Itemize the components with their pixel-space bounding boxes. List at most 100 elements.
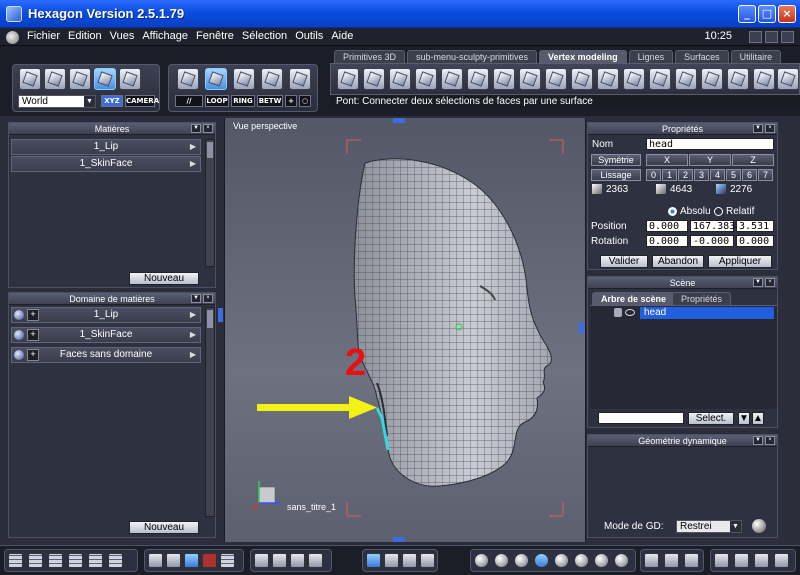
gd-mode-select[interactable]: Restrei ▼	[676, 520, 742, 533]
pan-icon[interactable]	[272, 553, 287, 568]
chevron-down-icon[interactable]: ▼	[753, 124, 763, 133]
tab-surfaces[interactable]: Surfaces	[675, 50, 729, 63]
layout-grid-icon-2[interactable]	[28, 553, 43, 568]
domain-new-button[interactable]: Nouveau	[129, 521, 199, 534]
domain-item-skinface[interactable]: + 1_SkinFace ▶	[11, 327, 201, 343]
menu-affichage[interactable]: Affichage	[141, 30, 189, 42]
right-panel-toggle[interactable]	[579, 322, 584, 334]
betw-button[interactable]: BETW	[257, 95, 283, 107]
brush-select-icon[interactable]: ∕∕	[175, 95, 203, 107]
settings-icon[interactable]	[774, 553, 789, 568]
tool-icon-3[interactable]	[389, 68, 411, 90]
red-grid-icon[interactable]	[202, 553, 217, 568]
tool-icon-2[interactable]	[363, 68, 385, 90]
apply-button[interactable]: Appliquer	[708, 255, 772, 268]
symmetry-icon[interactable]	[754, 553, 769, 568]
auto-mode-icon[interactable]	[289, 68, 311, 90]
zoom-icon[interactable]	[290, 553, 305, 568]
plus-icon[interactable]: +	[27, 329, 39, 341]
box-icon[interactable]	[734, 553, 749, 568]
smooth-level-3[interactable]: 3	[694, 169, 709, 181]
position-x-field[interactable]: 0.000	[646, 220, 688, 232]
gd-sphere-icon[interactable]	[752, 519, 766, 533]
material-item-skinface[interactable]: 1_SkinFace ▶	[11, 156, 201, 172]
tool-icon-6[interactable]	[467, 68, 489, 90]
space-select[interactable]: World ▼	[18, 95, 96, 108]
smooth-level-4[interactable]: 4	[710, 169, 725, 181]
scene-tree[interactable]: head	[590, 305, 777, 409]
light-mode-icon-2[interactable]	[664, 553, 679, 568]
top-panel-toggle[interactable]	[393, 118, 405, 123]
ghost-select-icon[interactable]	[119, 68, 141, 90]
tool-icon-9[interactable]	[545, 68, 567, 90]
grid-display-icon[interactable]	[184, 553, 199, 568]
tool-icon-4[interactable]	[415, 68, 437, 90]
lock-icon[interactable]	[614, 308, 622, 317]
edge-mode-icon[interactable]	[233, 68, 255, 90]
domain-item-lip[interactable]: + 1_Lip ▶	[11, 307, 201, 323]
domain-item-no-domain[interactable]: + Faces sans domaine ▶	[11, 347, 201, 363]
scene-search-input[interactable]	[598, 412, 684, 424]
tool-icon-18[interactable]	[777, 68, 799, 90]
scale-manipulator-icon[interactable]	[402, 553, 417, 568]
rotation-x-field[interactable]: 0.000	[646, 235, 688, 247]
smooth-sphere-icon[interactable]	[554, 553, 569, 568]
smoothing-button[interactable]: Lissage	[591, 169, 641, 181]
tab-lignes[interactable]: Lignes	[628, 50, 674, 63]
symmetry-button[interactable]: Symétrie	[591, 154, 641, 166]
tool-icon-7[interactable]	[493, 68, 515, 90]
name-field[interactable]: head	[646, 138, 774, 150]
head-mesh-view[interactable]	[225, 118, 587, 542]
zoom-fit-icon[interactable]	[254, 553, 269, 568]
smooth-level-6[interactable]: 6	[742, 169, 757, 181]
chevron-down-icon[interactable]: ▼	[191, 124, 201, 133]
material-item-lip[interactable]: 1_Lip ▶	[11, 139, 201, 155]
abandon-button[interactable]: Abandon	[652, 255, 704, 268]
tool-icon-11[interactable]	[597, 68, 619, 90]
ring-button[interactable]: RING	[231, 95, 255, 107]
axis-y-button[interactable]: Y	[689, 154, 731, 166]
smooth-level-5[interactable]: 5	[726, 169, 741, 181]
lasso-select-icon[interactable]	[44, 68, 66, 90]
face-mode-icon[interactable]	[205, 68, 227, 90]
layout-grid-icon-6[interactable]	[108, 553, 123, 568]
vertex-mode-icon[interactable]	[261, 68, 283, 90]
smooth-wire-sphere-icon[interactable]	[534, 553, 549, 568]
layout-icon-3[interactable]	[781, 31, 794, 43]
menu-fichier[interactable]: Fichier	[26, 30, 61, 42]
axis-x-button[interactable]: X	[646, 154, 688, 166]
hidden-line-sphere-icon[interactable]	[494, 553, 509, 568]
rotation-z-field[interactable]: 0.000	[736, 235, 774, 247]
shaded-sphere-icon[interactable]	[594, 553, 609, 568]
layout-icon-2[interactable]	[765, 31, 778, 43]
smooth-level-1[interactable]: 1	[662, 169, 677, 181]
tool-icon-14[interactable]	[675, 68, 697, 90]
close-icon[interactable]: ×	[203, 294, 213, 303]
left-panel-toggle[interactable]	[218, 308, 223, 322]
absolute-radio[interactable]	[668, 207, 677, 216]
materials-scrollbar[interactable]	[205, 139, 215, 267]
viewport-perspective[interactable]: Vue perspective 2 sans_titre_1	[224, 118, 586, 542]
plus-icon[interactable]: +	[27, 309, 39, 321]
tool-icon-17[interactable]	[753, 68, 775, 90]
tool-icon-15[interactable]	[701, 68, 723, 90]
menu-outils[interactable]: Outils	[294, 30, 324, 42]
tool-icon-10[interactable]	[571, 68, 593, 90]
chevron-down-icon[interactable]: ▼	[753, 278, 763, 287]
rotation-y-field[interactable]: -0.000	[690, 235, 734, 247]
menu-vues[interactable]: Vues	[109, 30, 136, 42]
tool-icon-8[interactable]	[519, 68, 541, 90]
tool-icon-1[interactable]	[337, 68, 359, 90]
relative-radio[interactable]	[714, 207, 723, 216]
minimize-button[interactable]: _	[738, 5, 756, 23]
tool-icon-16[interactable]	[727, 68, 749, 90]
eye-icon[interactable]	[625, 309, 635, 316]
tool-icon-5[interactable]	[441, 68, 463, 90]
menu-aide[interactable]: Aide	[330, 30, 354, 42]
domain-scrollbar[interactable]	[205, 307, 215, 517]
tab-utilitaire[interactable]: Utilitaire	[730, 50, 782, 63]
grow-select-icon[interactable]: +	[285, 95, 297, 107]
magnet-select-icon[interactable]	[94, 68, 116, 90]
universal-manipulator-icon[interactable]	[420, 553, 435, 568]
tool-icon-13[interactable]	[649, 68, 671, 90]
